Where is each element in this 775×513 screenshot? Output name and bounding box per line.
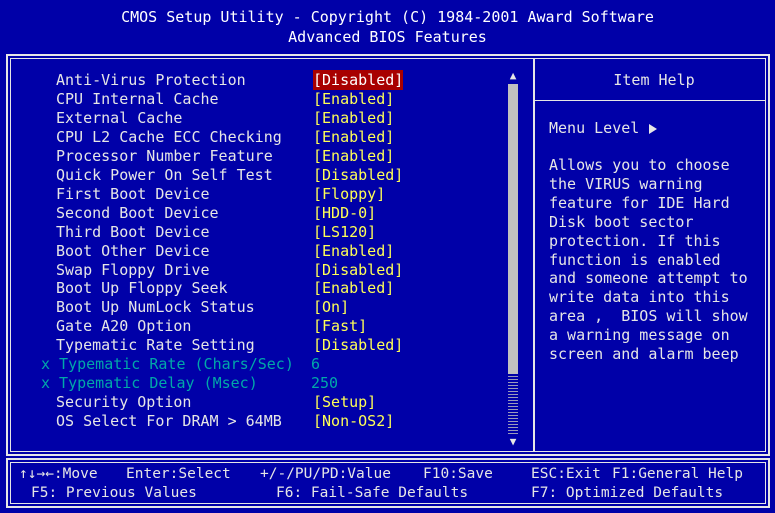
setting-label: x Typematic Delay (Msec) (41, 374, 258, 393)
footer-exit: ESC:Exit (531, 466, 601, 482)
setting-row[interactable]: Swap Floppy Drive [Disabled] (56, 260, 506, 280)
setting-row[interactable]: External Cache [Enabled] (56, 108, 506, 128)
setting-value[interactable]: [HDD-0] (313, 203, 376, 223)
menu-level: Menu Level (549, 118, 658, 138)
setting-row[interactable]: CPU L2 Cache ECC Checking [Enabled] (56, 127, 506, 147)
help-line: and someone attempt to (549, 269, 748, 288)
footer-f7: F7: Optimized Defaults (531, 485, 724, 501)
item-help-title: Item Help (613, 71, 695, 89)
setting-value[interactable]: [Enabled] (313, 108, 394, 128)
setting-value[interactable]: [Enabled] (313, 241, 394, 261)
setting-label: Third Boot Device (56, 222, 210, 241)
setting-label: Boot Other Device (56, 241, 210, 260)
setting-label: Security Option (56, 393, 192, 412)
setting-row[interactable]: Quick Power On Self Test [Disabled] (56, 165, 506, 185)
setting-label: Processor Number Feature (56, 146, 273, 165)
setting-row[interactable]: Second Boot Device [HDD-0] (56, 203, 506, 223)
help-line: screen and alarm beep (549, 345, 739, 363)
setting-label: Boot Up NumLock Status (56, 298, 255, 317)
footer-value: +/-/PU/PD:Value (260, 466, 391, 482)
setting-row[interactable]: First Boot Device [Floppy] (56, 184, 506, 204)
setting-value[interactable]: [Setup] (313, 392, 376, 412)
setting-value: 250 (311, 374, 339, 393)
footer-move: ↑↓→←:Move (19, 466, 98, 482)
setting-row[interactable]: Gate A20 Option [Fast] (56, 316, 506, 336)
setting-label: Quick Power On Self Test (56, 165, 273, 184)
scrollbar-track[interactable] (508, 376, 518, 434)
setting-value[interactable]: [On] (313, 297, 349, 317)
title-bar: CMOS Setup Utility - Copyright (C) 1984-… (0, 0, 775, 52)
setting-label: Anti-Virus Protection (56, 71, 246, 89)
help-line: a warning message on (549, 326, 730, 345)
setting-row[interactable]: Anti-Virus Protection [Disabled] (56, 70, 506, 90)
setting-label: Swap Floppy Drive (56, 260, 210, 279)
setting-label: Gate A20 Option (56, 317, 192, 336)
setting-value[interactable]: [Enabled] (313, 89, 394, 109)
setting-label: CPU L2 Cache ECC Checking (56, 127, 282, 146)
setting-row[interactable]: Security Option [Setup] (56, 392, 506, 412)
help-line: Allows you to choose (549, 156, 730, 174)
setting-row[interactable]: Boot Up NumLock Status [On] (56, 297, 506, 317)
menu-level-arrow-icon (649, 123, 658, 134)
setting-value[interactable]: [Disabled] (313, 70, 404, 90)
page-title: Advanced BIOS Features (288, 28, 487, 46)
setting-label: Typematic Rate Setting (56, 336, 255, 355)
setting-row[interactable]: Boot Other Device [Enabled] (56, 241, 506, 261)
footer-general-help: F1:General Help (612, 466, 743, 482)
setting-row[interactable]: Third Boot Device [LS120] (56, 222, 506, 242)
footer-f5: F5: Previous Values (31, 485, 197, 501)
setting-label: First Boot Device (56, 184, 210, 203)
setting-row: x Typematic Delay (Msec) 250 (41, 373, 491, 393)
setting-value[interactable]: [Floppy] (313, 184, 385, 204)
setting-row[interactable]: Typematic Rate Setting [Disabled] (56, 335, 506, 355)
setting-value[interactable]: [LS120] (313, 222, 376, 242)
setting-row[interactable]: CPU Internal Cache [Enabled] (56, 89, 506, 109)
help-line: write data into this (549, 288, 730, 307)
setting-value[interactable]: [Enabled] (313, 278, 394, 298)
panel-divider (533, 58, 535, 452)
setting-value[interactable]: [Disabled] (313, 260, 403, 280)
scroll-down-arrow-icon[interactable]: ▼ (507, 436, 519, 448)
setting-label: External Cache (56, 108, 183, 127)
footer-save: F10:Save (423, 466, 493, 482)
setting-row[interactable]: Processor Number Feature [Enabled] (56, 146, 506, 166)
setting-value: 6 (311, 355, 321, 374)
setting-row: x Typematic Rate (Chars/Sec) 6 (41, 354, 491, 374)
setting-value[interactable]: [Non-OS2] (313, 411, 394, 431)
footer-enter: Enter:Select (126, 466, 231, 482)
setting-label: Second Boot Device (56, 203, 219, 222)
setting-row[interactable]: OS Select For DRAM > 64MB [Non-OS2] (56, 411, 506, 431)
scrollbar[interactable]: ▲ ▼ (507, 70, 519, 448)
help-line: function is enabled (549, 250, 721, 269)
setting-label: Boot Up Floppy Seek (56, 279, 228, 298)
scroll-up-arrow-icon[interactable]: ▲ (507, 70, 519, 82)
help-line: protection. If this (549, 231, 721, 250)
setting-value[interactable]: [Enabled] (313, 127, 394, 147)
setting-label: CPU Internal Cache (56, 89, 219, 108)
setting-value[interactable]: [Fast] (313, 316, 367, 336)
help-line: feature for IDE Hard (549, 193, 730, 212)
help-line: Disk boot sector (549, 212, 694, 231)
setting-value[interactable]: [Disabled] (313, 165, 403, 185)
help-title-divider (535, 100, 766, 101)
menu-level-label: Menu Level (549, 119, 640, 137)
help-line: the VIRUS warning (549, 174, 703, 193)
setting-value[interactable]: [Disabled] (313, 335, 403, 355)
setting-label: OS Select For DRAM > 64MB (56, 412, 282, 431)
setting-row[interactable]: Boot Up Floppy Seek [Enabled] (56, 278, 506, 298)
utility-title: CMOS Setup Utility - Copyright (C) 1984-… (121, 8, 654, 26)
footer-f6: F6: Fail-Safe Defaults (276, 485, 469, 501)
scrollbar-thumb[interactable] (508, 84, 518, 374)
setting-label: x Typematic Rate (Chars/Sec) (41, 355, 294, 374)
setting-value[interactable]: [Enabled] (313, 146, 394, 166)
help-line: area , BIOS will show (549, 307, 748, 326)
